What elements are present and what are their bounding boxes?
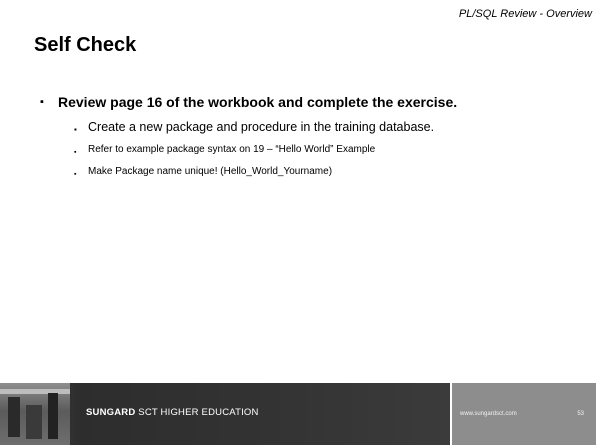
- sub-bullet-text: Make Package name unique! (Hello_World_Y…: [88, 166, 333, 177]
- bullet-list: ▪ Review page 16 of the workbook and com…: [40, 94, 580, 179]
- logo-tagline: SCT HIGHER EDUCATION: [138, 407, 259, 418]
- section-header: PL/SQL Review - Overview: [458, 8, 592, 20]
- website-url: www.sungardsct.com: [460, 411, 517, 417]
- main-bullet: ▪ Review page 16 of the workbook and com…: [40, 94, 498, 111]
- bullet-marker-icon: ▪: [74, 125, 77, 134]
- sub-bullet: ▪ Create a new package and procedure in …: [74, 119, 580, 135]
- bullet-marker-icon: ▪: [74, 171, 77, 178]
- footer-bar: SUNGARD SCT HIGHER EDUCATION www.sungard…: [0, 383, 596, 445]
- sub-bullet: ▪ Refer to example package syntax on 19 …: [74, 143, 580, 157]
- page-number: 53: [577, 411, 584, 417]
- footer-info-panel: www.sungardsct.com 53: [452, 383, 596, 445]
- sub-bullet-text: Refer to example package syntax on 19 – …: [88, 144, 376, 155]
- slide-title: Self Check: [34, 34, 137, 56]
- campus-photo: [0, 383, 70, 445]
- logo-brand: SUNGARD: [86, 407, 136, 418]
- slide: PL/SQL Review - Overview Self Check ▪ Re…: [0, 0, 596, 445]
- bullet-marker-icon: ▪: [74, 149, 77, 156]
- bullet-marker-icon: ▪: [40, 96, 44, 108]
- sub-bullet-text: Create a new package and procedure in th…: [88, 120, 435, 134]
- main-bullet-text: Review page 16 of the workbook and compl…: [58, 94, 458, 110]
- sub-bullet: ▪ Make Package name unique! (Hello_World…: [74, 165, 580, 179]
- footer-brand-panel: SUNGARD SCT HIGHER EDUCATION: [0, 383, 450, 445]
- company-logo: SUNGARD SCT HIGHER EDUCATION: [86, 407, 259, 418]
